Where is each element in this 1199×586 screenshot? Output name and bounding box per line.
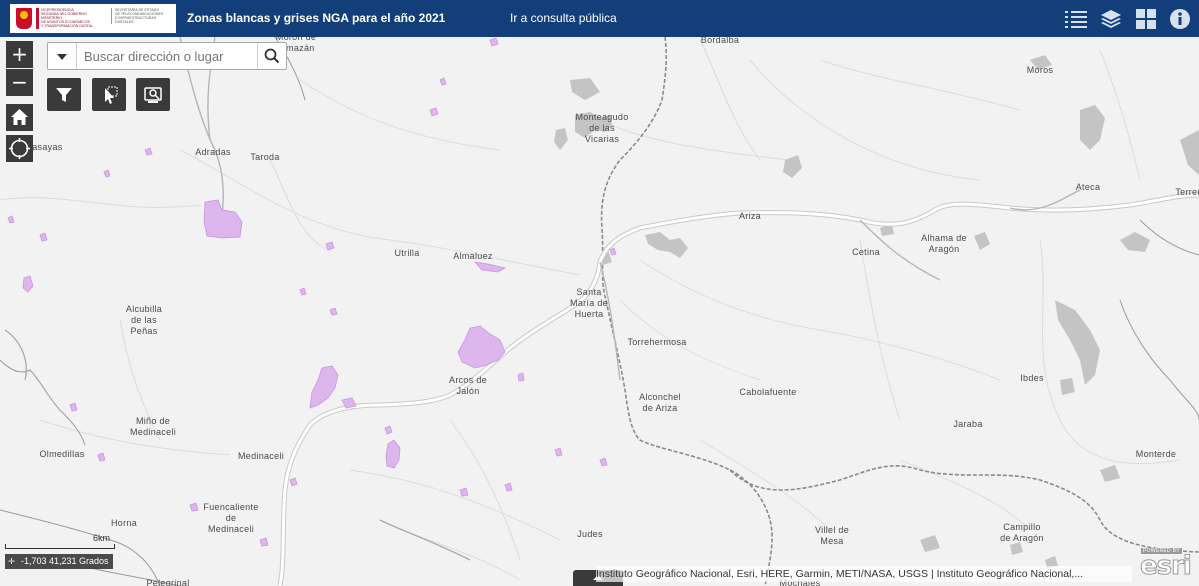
locate-icon xyxy=(9,138,30,159)
locate-button[interactable] xyxy=(6,135,33,162)
basemap[interactable]: Morón de Almazán Bordalba Moros Monteagu… xyxy=(0,0,1199,586)
place-label: Aragón xyxy=(929,244,960,254)
place-label: Pelegrinal xyxy=(146,578,189,586)
place-label: Medinaceli xyxy=(130,427,176,437)
logo-secretariat-text: SECRETARÍA DE ESTADO DE TELECOMUNICACION… xyxy=(111,8,163,24)
place-label: Vicarias xyxy=(585,134,619,144)
place-label: de las xyxy=(131,315,157,325)
public-consultation-link[interactable]: Ir a consulta pública xyxy=(510,11,617,25)
filter-button[interactable] xyxy=(47,78,81,111)
logo-ministry-text: VICEPRESIDENCIA SEGUNDA DEL GOBIERNO MIN… xyxy=(41,8,94,28)
place-label: Alhama de xyxy=(921,233,967,243)
place-label: Ariza xyxy=(739,211,761,221)
place-label: Monteagudo xyxy=(575,112,628,122)
place-label: Utrilla xyxy=(394,248,419,258)
esri-wordmark: esri xyxy=(1140,551,1193,582)
place-label: Ibdes xyxy=(1020,373,1044,383)
place-label: Adradas xyxy=(195,147,231,157)
app-title: Zonas blancas y grises NGA para el año 2… xyxy=(187,11,446,25)
coat-of-arms-icon xyxy=(16,8,32,29)
coordinate-readout[interactable]: ✛ -1,703 41,231 Grados xyxy=(5,554,113,569)
home-button[interactable] xyxy=(6,104,33,131)
place-label: Cetina xyxy=(852,247,880,257)
app-header: VICEPRESIDENCIA SEGUNDA DEL GOBIERNO MIN… xyxy=(0,0,1199,37)
crosshair-icon[interactable]: ✛ xyxy=(5,554,18,569)
place-label: Horna xyxy=(111,518,137,528)
logo-divider xyxy=(36,8,39,29)
place-label: Villel de xyxy=(815,525,849,535)
grid-icon[interactable] xyxy=(1135,8,1157,30)
list-icon[interactable] xyxy=(1065,8,1087,30)
place-label: de xyxy=(226,513,237,523)
zoom-out-button[interactable]: − xyxy=(6,69,33,96)
place-label: Ateca xyxy=(1076,182,1101,192)
place-label: Mesa xyxy=(820,536,843,546)
place-label: de las xyxy=(589,123,615,133)
select-tool-button[interactable] xyxy=(92,78,126,111)
scale-label: 6km xyxy=(93,533,111,543)
scale-bar: 6km xyxy=(5,533,123,551)
search-icon xyxy=(264,48,280,64)
place-label: Jaraba xyxy=(953,419,982,429)
place-label: Campillo xyxy=(1003,522,1040,532)
filter-icon xyxy=(56,88,72,102)
place-label: Taroda xyxy=(250,152,279,162)
place-label: Almaluez xyxy=(453,251,493,261)
place-label: Cabolafuente xyxy=(739,387,796,397)
esri-logo[interactable]: POWERED BY esri xyxy=(1138,548,1194,582)
place-label: de Aragón xyxy=(1000,533,1044,543)
scale-bar-line xyxy=(5,544,115,549)
place-label: Torrehermosa xyxy=(627,337,686,347)
layers-icon[interactable] xyxy=(1100,8,1122,30)
place-label: Medinaceli xyxy=(208,524,254,534)
place-label: Alconchel xyxy=(639,392,681,402)
place-label: Judes xyxy=(577,529,603,539)
search-source-dropdown[interactable] xyxy=(48,43,77,69)
place-label: Terrer xyxy=(1175,187,1199,197)
zoom-in-button[interactable]: + xyxy=(6,41,33,68)
home-icon xyxy=(11,109,28,125)
place-label: Huerta xyxy=(575,309,604,319)
map-query-icon xyxy=(144,87,162,103)
place-label: Fuencaliente xyxy=(203,502,258,512)
place-label: Monterde xyxy=(1136,449,1176,459)
place-label: Medinaceli xyxy=(238,451,284,461)
place-label: Olmedillas xyxy=(39,449,84,459)
search-widget xyxy=(47,42,287,70)
place-label: Arcos de xyxy=(449,375,487,385)
place-label: Peñas xyxy=(130,326,157,336)
coordinate-value: -1,703 41,231 Grados xyxy=(21,556,109,566)
info-icon[interactable] xyxy=(1169,8,1191,30)
place-label: Santa xyxy=(576,287,601,297)
search-button[interactable] xyxy=(257,43,286,69)
attribution-text[interactable]: Instituto Geográfico Nacional, Esri, HER… xyxy=(596,566,1132,582)
place-label: Alcubilla xyxy=(126,304,162,314)
search-input[interactable] xyxy=(84,43,256,69)
place-label: Miño de xyxy=(136,416,170,426)
place-label: de Ariza xyxy=(643,403,678,413)
government-logo: VICEPRESIDENCIA SEGUNDA DEL GOBIERNO MIN… xyxy=(10,4,176,33)
place-label: Moros xyxy=(1027,65,1054,75)
select-cursor-icon xyxy=(105,86,118,104)
query-tool-button[interactable] xyxy=(136,78,170,111)
place-label: María de xyxy=(570,298,608,308)
place-label: Jalón xyxy=(456,386,479,396)
